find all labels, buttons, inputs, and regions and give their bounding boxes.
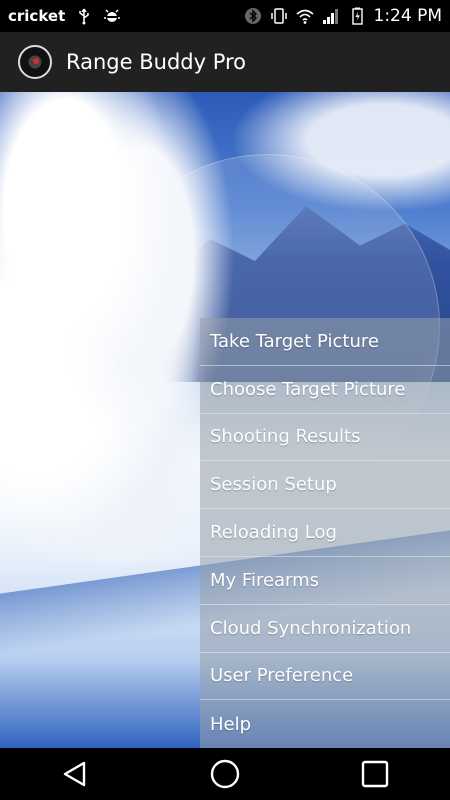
android-debug-icon <box>104 9 121 22</box>
wifi-icon <box>295 9 314 24</box>
back-button[interactable] <box>45 748 105 800</box>
status-bar: cricket 1:24 PM <box>0 0 450 32</box>
app-title: Range Buddy Pro <box>66 50 247 74</box>
menu-item-choose-target-picture[interactable]: Choose Target Picture <box>200 366 450 414</box>
recents-icon <box>361 760 389 788</box>
status-clock: 1:24 PM <box>373 6 443 26</box>
home-button[interactable] <box>195 748 255 800</box>
app-bar: Range Buddy Pro <box>0 32 450 92</box>
menu-item-cloud-synchronization[interactable]: Cloud Synchronization <box>200 605 450 653</box>
main-menu: Take Target Picture Choose Target Pictur… <box>200 318 450 748</box>
back-icon <box>63 761 86 787</box>
menu-item-shooting-results[interactable]: Shooting Results <box>200 414 450 462</box>
menu-item-user-preference[interactable]: User Preference <box>200 653 450 701</box>
bluetooth-icon <box>244 8 261 24</box>
usb-icon <box>79 8 89 25</box>
menu-item-session-setup[interactable]: Session Setup <box>200 461 450 510</box>
carrier-name: cricket <box>8 7 66 25</box>
recents-button[interactable] <box>345 748 405 800</box>
vibrate-icon <box>270 8 287 24</box>
navigation-bar <box>0 748 450 800</box>
battery-icon <box>351 7 363 25</box>
menu-item-help[interactable]: Help <box>200 700 450 748</box>
menu-item-take-target-picture[interactable]: Take Target Picture <box>200 318 450 366</box>
menu-item-my-firearms[interactable]: My Firearms <box>200 557 450 605</box>
home-icon <box>210 759 240 789</box>
menu-item-reloading-log[interactable]: Reloading Log <box>200 509 450 557</box>
signal-icon <box>322 9 338 24</box>
target-logo-icon <box>18 45 52 79</box>
